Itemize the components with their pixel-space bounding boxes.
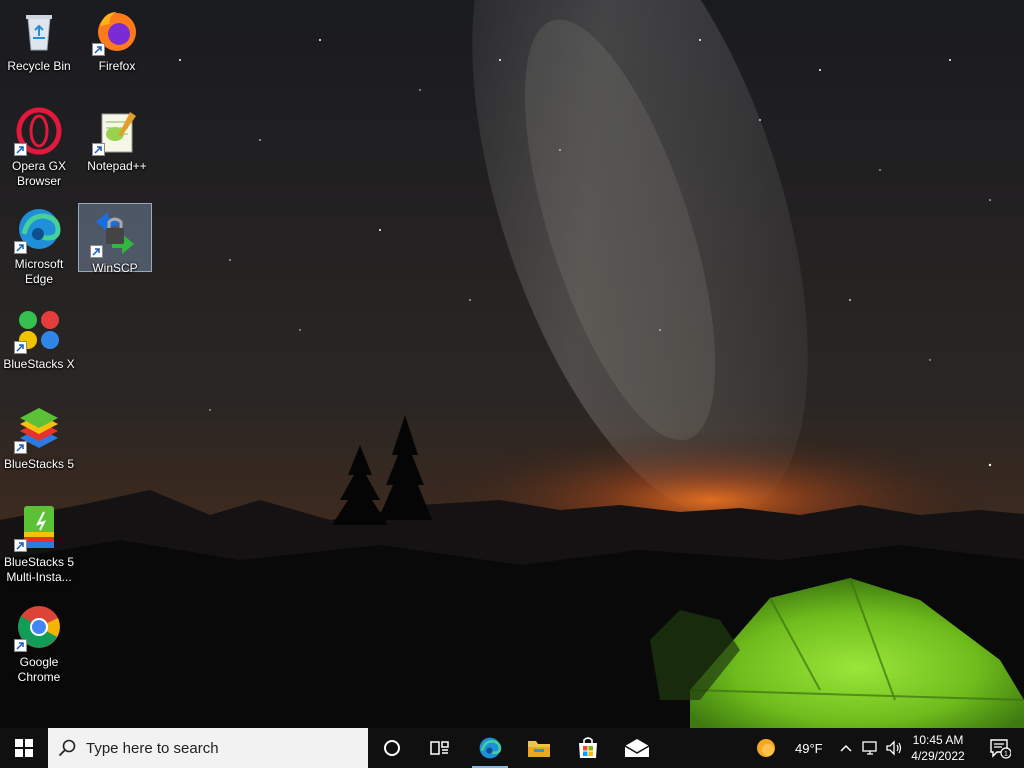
opera-gx-icon bbox=[14, 106, 64, 156]
task-view-icon bbox=[430, 741, 449, 755]
shortcut-arrow-icon bbox=[14, 639, 27, 652]
mail-icon bbox=[624, 739, 650, 757]
bluestacks-5-icon bbox=[14, 404, 64, 454]
notification-count: 1 bbox=[1004, 751, 1008, 758]
desktop-icon-bluestacks-5[interactable]: BlueStacks 5 bbox=[2, 400, 76, 472]
start-button[interactable] bbox=[0, 728, 48, 768]
desktop-icon-google-chrome[interactable]: Google Chrome bbox=[2, 598, 76, 685]
shortcut-arrow-icon bbox=[92, 43, 105, 56]
network-icon bbox=[862, 741, 877, 755]
bluestacks-multi-instance-icon bbox=[14, 502, 64, 552]
desktop-icon-firefox[interactable]: Firefox bbox=[80, 2, 154, 74]
cortana-button[interactable] bbox=[368, 728, 416, 768]
desktop-icon-label: Microsoft Edge bbox=[14, 257, 64, 286]
shortcut-arrow-icon bbox=[14, 143, 27, 156]
windows-logo-icon bbox=[15, 739, 33, 757]
desktop-icon-label: Recycle Bin bbox=[7, 59, 71, 73]
network-button[interactable] bbox=[858, 728, 884, 768]
shortcut-arrow-icon bbox=[14, 539, 27, 552]
desktop-icon-label: Firefox bbox=[98, 59, 136, 73]
desktop-icon-label: Opera GX Browser bbox=[11, 159, 67, 188]
desktop-icon-label: BlueStacks X bbox=[3, 357, 75, 371]
shortcut-arrow-icon bbox=[92, 143, 105, 156]
desktop-icon-label: Notepad++ bbox=[87, 159, 147, 173]
file-explorer-icon bbox=[528, 741, 550, 757]
volume-button[interactable] bbox=[882, 728, 906, 768]
taskbar-edge-button[interactable] bbox=[466, 728, 514, 768]
taskbar-search-box[interactable]: Type here to search bbox=[48, 728, 368, 768]
winscp-icon bbox=[90, 208, 140, 258]
chevron-up-icon bbox=[840, 744, 852, 752]
shortcut-arrow-icon bbox=[14, 441, 27, 454]
desktop-icon-bluestacks-multi-instance[interactable]: BlueStacks 5 Multi-Insta... bbox=[2, 498, 76, 585]
bluestacks-x-icon bbox=[14, 304, 64, 354]
desktop-icon-bluestacks-x[interactable]: BlueStacks X bbox=[2, 300, 76, 372]
desktop-icon-label: WinSCP bbox=[92, 261, 138, 275]
taskbar-store-button[interactable] bbox=[564, 728, 612, 768]
volume-icon bbox=[886, 740, 902, 756]
edge-icon bbox=[14, 204, 64, 254]
taskbar-file-explorer-button[interactable] bbox=[515, 728, 563, 768]
notepad-plus-plus-icon bbox=[92, 106, 142, 156]
desktop-icon-opera-gx[interactable]: Opera GX Browser bbox=[2, 102, 76, 189]
chrome-icon bbox=[14, 602, 64, 652]
weather-sun-icon bbox=[757, 739, 775, 757]
cortana-icon bbox=[384, 740, 400, 756]
weather-temp: 49°F bbox=[795, 740, 823, 756]
firefox-icon bbox=[92, 6, 142, 56]
desktop-icon-label: Google Chrome bbox=[17, 655, 61, 684]
desktop-icon-winscp[interactable]: WinSCP bbox=[78, 203, 152, 275]
clock-time: 10:45 AM bbox=[912, 733, 964, 747]
weather-widget[interactable]: 49°F bbox=[755, 728, 827, 768]
recycle-bin-icon bbox=[14, 6, 64, 56]
shortcut-arrow-icon bbox=[90, 245, 103, 258]
show-hidden-icons-button[interactable] bbox=[834, 728, 858, 768]
taskbar-mail-button[interactable] bbox=[613, 728, 661, 768]
notification-icon: 1 bbox=[990, 739, 1011, 759]
desktop-icon-microsoft-edge[interactable]: Microsoft Edge bbox=[2, 200, 76, 287]
microsoft-store-icon bbox=[579, 737, 597, 758]
taskbar-clock[interactable]: 10:45 AM 4/29/2022 bbox=[905, 732, 971, 764]
desktop-icon-recycle-bin[interactable]: Recycle Bin bbox=[2, 2, 76, 74]
taskbar: Type here to search 49°F 10:45 AM 4/29/2… bbox=[0, 728, 1024, 768]
clock-date: 4/29/2022 bbox=[911, 749, 965, 763]
desktop-icon-label: BlueStacks 5 bbox=[3, 457, 75, 471]
task-view-button[interactable] bbox=[416, 728, 464, 768]
shortcut-arrow-icon bbox=[14, 241, 27, 254]
desktop-icon-notepad-plus-plus[interactable]: Notepad++ bbox=[80, 102, 154, 174]
search-icon bbox=[58, 739, 76, 757]
search-placeholder: Type here to search bbox=[86, 739, 219, 757]
shortcut-arrow-icon bbox=[14, 341, 27, 354]
edge-icon bbox=[479, 737, 502, 759]
action-center-button[interactable]: 1 bbox=[976, 728, 1024, 768]
desktop-icon-label: BlueStacks 5 Multi-Insta... bbox=[3, 555, 75, 584]
